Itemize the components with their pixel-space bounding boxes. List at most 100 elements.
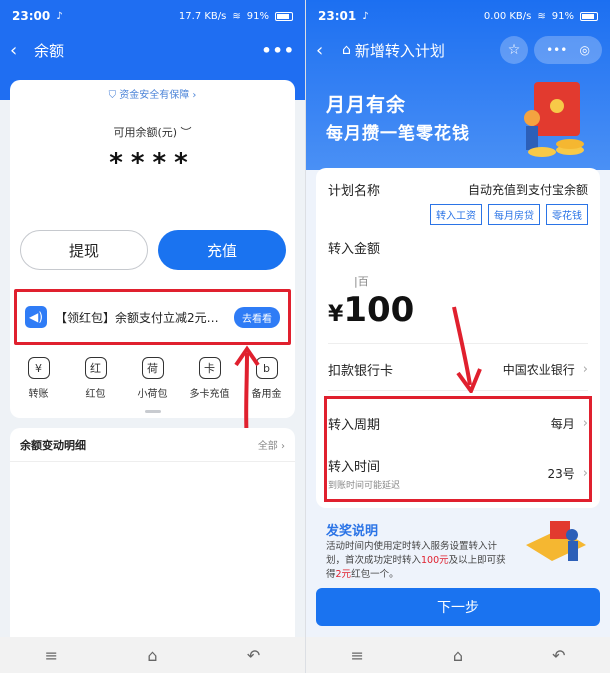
currency-symbol: ¥: [328, 302, 344, 327]
detail-title: 余额变动明细: [20, 438, 86, 452]
func-multi-card[interactable]: 卡 多卡充值: [182, 357, 237, 407]
tag-salary[interactable]: 转入工资: [430, 204, 482, 225]
system-nav-bar: ≡ ⌂ ↶: [306, 637, 610, 673]
tiktok-icon: ♪: [362, 10, 369, 22]
more-icon[interactable]: •••: [261, 41, 295, 60]
status-bar: 23:01 ♪ 0.00 KB/s ≋ 91%: [306, 0, 610, 32]
plan-name-value[interactable]: 自动充值到支付宝余额: [468, 181, 588, 198]
promo-cta-button[interactable]: 去看看: [234, 306, 280, 328]
func-transfer[interactable]: ¥ 转账: [11, 357, 66, 407]
banner-subtitle: 每月攒一笔零花钱: [326, 124, 470, 144]
security-text: 资金安全有保障 ›: [119, 90, 197, 101]
home-icon[interactable]: ⌂: [342, 42, 351, 58]
prize-title: 发奖说明: [326, 524, 379, 539]
nav-bar: ‹ ⌂ 新增转入计划 ☆ ••• ◎: [306, 32, 610, 68]
network-speed: 17.7 KB/s: [178, 10, 227, 22]
bank-label: 扣款银行卡: [328, 364, 394, 379]
battery-percent: 91%: [551, 10, 574, 22]
func-label: 转账: [28, 389, 49, 400]
eye-closed-icon[interactable]: ︶: [181, 126, 192, 139]
status-time: 23:01: [318, 9, 357, 23]
func-label: 红包: [85, 389, 106, 400]
time-label: 转入时间: [328, 460, 381, 475]
menu-icon[interactable]: ≡: [351, 646, 364, 665]
time-sub-label: 到账时间可能延迟: [328, 481, 401, 491]
wallet-icon: 荷: [141, 357, 164, 379]
transfer-icon: ¥: [27, 357, 50, 379]
wifi-icon: ≋: [232, 10, 241, 22]
balance-detail-header[interactable]: 余额变动明细 全部 ›: [10, 428, 295, 462]
battery-icon: [580, 11, 598, 21]
plan-name-label: 计划名称: [328, 184, 381, 199]
favorite-star-icon[interactable]: ☆: [500, 36, 528, 64]
chevron-right-icon: ›: [582, 466, 588, 481]
func-red-packet[interactable]: 红 红包: [68, 357, 123, 407]
next-step-button[interactable]: 下一步: [316, 588, 600, 626]
page-indicator: [145, 410, 161, 413]
plan-tags: 转入工资 每月房贷 零花钱: [430, 204, 588, 225]
mini-program-capsule: ☆ ••• ◎: [500, 36, 602, 64]
more-icon[interactable]: •••: [546, 43, 567, 57]
prize-description: 活动时间内使用定时转入服务设置转入计划，首次成功定时转入100元及以上即可获得2…: [326, 540, 514, 582]
tiktok-icon: ♪: [56, 10, 63, 22]
capsule-menu: ••• ◎: [534, 36, 602, 64]
cycle-value: 每月: [550, 417, 575, 431]
banner-title: 月月有余: [326, 94, 407, 116]
available-balance-label: 可用余额(元) ︶: [10, 124, 295, 140]
func-label: 多卡充值: [189, 389, 230, 400]
balance-hidden-value: ****: [109, 148, 196, 178]
amount-unit-hint: |百: [354, 275, 369, 288]
system-nav-bar: ≡ ⌂ ↶: [0, 637, 305, 673]
status-time: 23:00: [12, 9, 51, 23]
func-small-wallet[interactable]: 荷 小荷包: [125, 357, 180, 407]
func-label: 小荷包: [137, 389, 168, 400]
right-screen: 23:01 ♪ 0.00 KB/s ≋ 91% ‹ ⌂ 新增转入计划 ☆ •••…: [305, 0, 610, 673]
promo-text: 【领红包】余额支付立减2元…: [55, 310, 219, 325]
cycle-row[interactable]: 转入周期 每月 ›: [328, 414, 588, 433]
chevron-right-icon: ›: [582, 416, 588, 431]
topup-button[interactable]: 充值: [158, 230, 286, 270]
prize-desc-c: 红包一个。: [351, 569, 399, 580]
home-icon[interactable]: ⌂: [147, 646, 157, 665]
amount-input[interactable]: ¥100: [328, 290, 414, 330]
red-packet-icon: 红: [84, 357, 107, 379]
back-icon[interactable]: ‹: [316, 40, 336, 61]
gift-illustration-icon: [526, 521, 586, 561]
tag-pocket-money[interactable]: 零花钱: [546, 204, 588, 225]
amount-value: 100: [343, 290, 415, 330]
shield-icon: ⛉: [108, 90, 120, 101]
left-screen: 23:00 ♪ 17.7 KB/s ≋ 91% ‹ 余额 ••• ⛉ 资金安全有…: [0, 0, 305, 673]
time-value: 23号: [547, 467, 575, 481]
card-icon: 卡: [198, 357, 221, 379]
prize-highlight-reward: 2元: [335, 569, 352, 580]
balance-label-text: 可用余额(元): [113, 126, 178, 139]
plan-name-row: 计划名称 自动充值到支付宝余额: [328, 180, 588, 199]
back-nav-icon[interactable]: ↶: [552, 646, 565, 665]
bank-value: 中国农业银行: [502, 363, 575, 377]
balance-detail-list: [10, 462, 295, 637]
security-link[interactable]: ⛉ 资金安全有保障 ›: [10, 86, 295, 101]
promo-banner[interactable]: ◀) 【领红包】余额支付立减2元… 去看看: [14, 289, 291, 345]
back-nav-icon[interactable]: ↶: [247, 646, 260, 665]
withdraw-button[interactable]: 提现: [20, 230, 148, 270]
amount-label: 转入金额: [328, 242, 381, 257]
detail-all-link[interactable]: 全部 ›: [258, 437, 285, 452]
network-speed: 0.00 KB/s: [483, 10, 532, 22]
wifi-icon: ≋: [537, 10, 546, 22]
page-title: 新增转入计划: [354, 41, 445, 60]
page-title: 余额: [34, 41, 65, 60]
tag-mortgage[interactable]: 每月房贷: [488, 204, 540, 225]
battery-icon: [275, 11, 293, 21]
battery-percent: 91%: [246, 10, 269, 22]
menu-icon[interactable]: ≡: [45, 646, 58, 665]
close-target-icon[interactable]: ◎: [579, 43, 589, 57]
time-row[interactable]: 转入时间 到账时间可能延迟 23号 ›: [328, 456, 588, 491]
time-label-group: 转入时间 到账时间可能延迟: [328, 456, 400, 491]
red-envelope-illustration-icon: [524, 82, 584, 157]
home-icon[interactable]: ⌂: [453, 646, 463, 665]
prize-highlight-amount: 100元: [421, 555, 449, 566]
status-bar: 23:00 ♪ 17.7 KB/s ≋ 91%: [0, 0, 305, 32]
back-icon[interactable]: ‹: [10, 40, 30, 61]
chevron-right-icon: ›: [582, 362, 588, 377]
cycle-label: 转入周期: [328, 418, 381, 433]
